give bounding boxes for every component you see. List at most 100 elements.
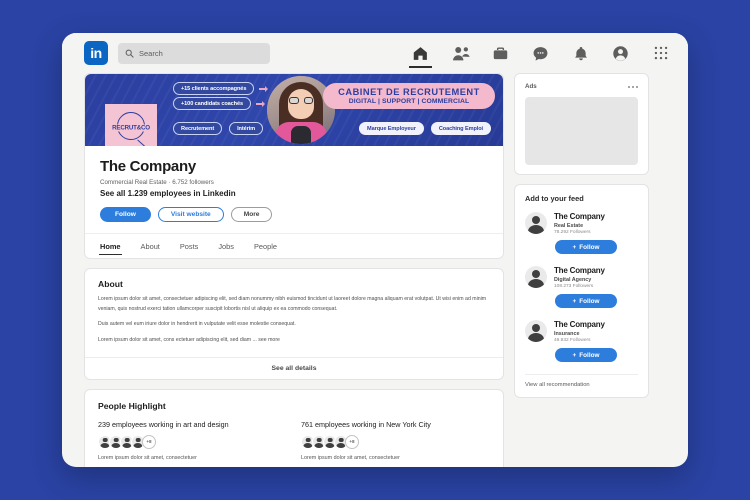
recommendation-follow-button[interactable]: + Follow	[555, 294, 617, 308]
company-tabs: Home About Posts Jobs People	[85, 233, 503, 258]
search-input[interactable]: Search	[118, 42, 270, 64]
ads-placeholder[interactable]	[525, 97, 638, 165]
recommendation-followers: 108.273 Followers	[554, 284, 594, 289]
recommendation-name: The Company	[554, 266, 605, 275]
bell-icon	[574, 46, 587, 60]
ads-options-icon[interactable]	[628, 85, 638, 88]
tab-jobs[interactable]: Jobs	[218, 234, 234, 258]
banner-portrait-photo	[267, 76, 335, 144]
about-paragraph-1: Lorem ipsum dolor sit amet, consectetuer…	[98, 296, 487, 312]
banner-tag-recrutement: Recrutement	[173, 122, 223, 135]
recommendation-item[interactable]: The Company Real Estate 78.292 Followers	[525, 212, 638, 235]
follow-label: Follow	[579, 243, 600, 251]
nav-icon-group	[409, 41, 670, 68]
browser-window: in Search RECRUT&CO +15 clients accompag…	[62, 33, 688, 467]
home-icon	[413, 46, 427, 60]
tab-home[interactable]: Home	[99, 234, 122, 258]
company-meta: Commercial Real Estate · 6.752 followers	[100, 179, 214, 186]
recommendation-follow-button[interactable]: + Follow	[555, 240, 617, 254]
tab-posts[interactable]: Posts	[180, 234, 198, 258]
people-highlight-body: People Highlight 239 employees working i…	[85, 390, 503, 468]
more-button[interactable]: More	[230, 207, 273, 222]
view-all-recommendation-link[interactable]: View all recommendation	[525, 374, 638, 388]
visit-website-button[interactable]: Visit website	[157, 207, 224, 222]
recommendation-category: Digital Agency	[554, 276, 592, 283]
recommendation-name: The Company	[554, 212, 605, 221]
recommendation-item[interactable]: The Company Insurance 49.932 Followers	[525, 320, 638, 343]
recommendation-category: Real Estate	[554, 222, 584, 229]
briefcase-icon	[493, 46, 508, 59]
nav-messaging-button[interactable]	[531, 41, 550, 65]
nav-profile-button[interactable]	[611, 41, 630, 65]
banner-stat-row-2: +100 candidats coachés	[173, 97, 268, 110]
banner-tag-row-left: Recrutement Intérim	[173, 122, 264, 135]
sidebar-column: Ads Add to your feed The Company Real Es…	[514, 73, 649, 467]
nav-jobs-button[interactable]	[491, 41, 510, 65]
banner-tag-coaching-emploi: Coaching Emploi	[430, 122, 491, 135]
people-highlight-line[interactable]: 761 employees working in New York City	[301, 420, 490, 429]
nav-notifications-button[interactable]	[571, 41, 590, 65]
add-to-feed-title: Add to your feed	[525, 194, 584, 203]
company-name: The Company	[100, 158, 196, 175]
people-highlight-heading: People Highlight	[98, 400, 166, 411]
plus-icon: +	[572, 297, 577, 305]
people-highlight-caption: Lorem ipsum dolor sit amet, consectetuer	[301, 454, 400, 461]
recommendation-item[interactable]: The Company Digital Agency 108.273 Follo…	[525, 266, 638, 289]
people-highlight-caption: Lorem ipsum dolor sit amet, consectetuer	[98, 454, 197, 461]
avatar-overflow-label: +8	[146, 439, 152, 444]
ads-header: Ads	[525, 83, 638, 90]
profile-avatar-icon	[613, 45, 628, 61]
company-logo: RECRUT&CO	[105, 104, 157, 146]
nav-network-button[interactable]	[451, 41, 470, 65]
nav-home-button[interactable]	[409, 41, 432, 68]
people-highlight-line[interactable]: 239 employees working in art and design	[98, 420, 287, 429]
recommendation-avatar	[525, 320, 547, 342]
people-highlight-card: People Highlight 239 employees working i…	[84, 388, 504, 468]
banner-subheadline: DIGITAL | SUPPORT | COMMERCIAL	[348, 98, 470, 105]
recommendation-name: The Company	[554, 320, 605, 329]
glasses-icon	[289, 97, 313, 104]
company-identity: The Company Commercial Real Estate · 6.7…	[85, 146, 503, 233]
nav-apps-button[interactable]	[651, 41, 670, 65]
network-icon	[452, 46, 470, 60]
banner-tag-interim: Intérim	[229, 122, 264, 135]
recommendation-category: Insurance	[554, 330, 580, 337]
main-column: RECRUT&CO +15 clients accompagnés +100 c…	[84, 73, 504, 467]
company-cover-banner[interactable]: RECRUT&CO +15 clients accompagnés +100 c…	[85, 74, 503, 146]
plus-icon: +	[572, 243, 577, 251]
banner-tag-row-right: Marque Employeur Coaching Emploi	[359, 122, 491, 135]
desktop-background: in Search RECRUT&CO +15 clients accompag…	[0, 0, 750, 500]
avatar-overflow-count: +8	[345, 434, 359, 449]
avatar-overflow-label: +8	[349, 439, 355, 444]
ads-title: Ads	[525, 83, 537, 90]
banner-stat-2: +100 candidats coachés	[173, 97, 252, 110]
search-icon	[125, 49, 134, 58]
plus-icon: +	[572, 351, 577, 359]
global-navigation-bar: in Search	[62, 33, 688, 73]
company-employees-link[interactable]: See all 1.239 employees in Linkedin	[100, 189, 488, 198]
people-highlight-columns: 239 employees working in art and design …	[98, 420, 490, 461]
banner-headline-block: CABINET DE RECRUTEMENT DIGITAL | SUPPORT…	[323, 83, 495, 109]
see-all-details-button[interactable]: See all details	[85, 356, 503, 379]
tab-about[interactable]: About	[141, 234, 160, 258]
recommendation-followers: 78.292 Followers	[554, 230, 591, 235]
company-action-buttons: Follow Visit website More	[100, 207, 488, 222]
tab-people[interactable]: People	[254, 234, 277, 258]
follow-label: Follow	[579, 351, 600, 359]
linkedin-logo-icon[interactable]: in	[84, 41, 108, 65]
page-content: RECRUT&CO +15 clients accompagnés +100 c…	[62, 73, 688, 467]
follow-label: Follow	[579, 297, 600, 305]
message-bubble-icon	[533, 46, 548, 61]
follow-button[interactable]: Follow	[100, 207, 151, 222]
search-placeholder: Search	[139, 48, 163, 58]
avatar-stack[interactable]: +8	[98, 434, 287, 449]
banner-stat-1: +15 clients accompagnés	[173, 82, 255, 95]
about-heading: About	[98, 279, 123, 289]
avatar-stack[interactable]: +8	[301, 434, 490, 449]
add-to-feed-card: Add to your feed The Company Real Estate…	[514, 184, 649, 398]
about-paragraph-3[interactable]: Lorem ipsum dolor sit amet, cons ectetue…	[98, 336, 490, 346]
about-body: About Lorem ipsum dolor sit amet, consec…	[85, 269, 503, 357]
recommendation-follow-button[interactable]: + Follow	[555, 348, 617, 362]
banner-stat-row-1: +15 clients accompagnés	[173, 82, 271, 95]
about-paragraph-2: Duis autem vel eum iriure dolor in hendr…	[98, 321, 296, 328]
